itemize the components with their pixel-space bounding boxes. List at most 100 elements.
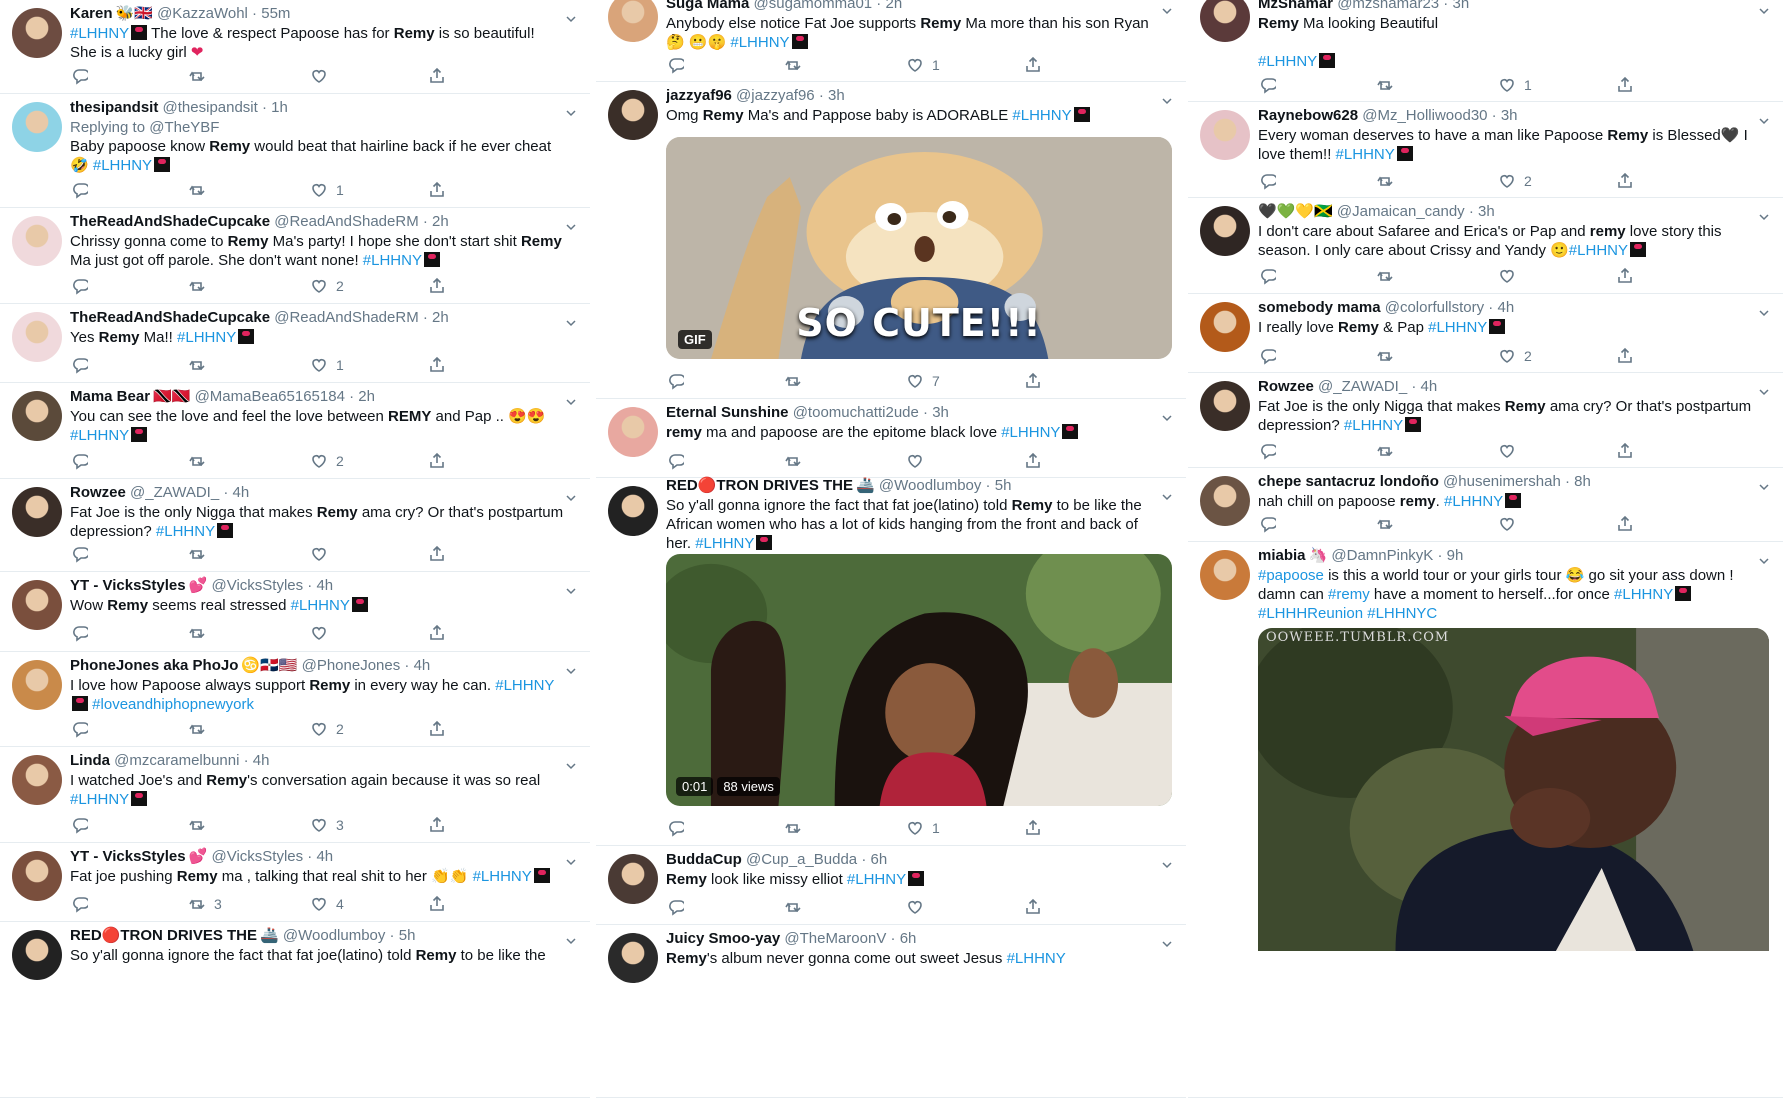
tweet[interactable]: Rowzee @_ZAWADI_ · 4h Fat Joe is the only… xyxy=(0,479,590,572)
user-handle[interactable]: @VicksStyles xyxy=(211,848,303,865)
like-button[interactable]: 2 xyxy=(310,452,344,470)
timestamp[interactable]: 4h xyxy=(316,848,333,865)
retweet-button[interactable] xyxy=(1376,347,1402,365)
user-handle[interactable]: @colorfullstory xyxy=(1385,299,1484,316)
reply-button[interactable] xyxy=(70,452,96,470)
tweet[interactable]: somebody mama @colorfullstory · 4h I real… xyxy=(1188,294,1783,373)
chevron-down-icon[interactable] xyxy=(566,936,576,946)
chevron-down-icon[interactable] xyxy=(1759,482,1769,492)
retweet-button[interactable] xyxy=(188,816,214,834)
retweet-button[interactable] xyxy=(1376,515,1402,533)
timestamp[interactable]: 4h xyxy=(1497,299,1514,316)
reply-button[interactable] xyxy=(666,819,692,837)
retweet-button[interactable] xyxy=(784,372,810,390)
chevron-down-icon[interactable] xyxy=(1162,492,1172,502)
retweet-button[interactable] xyxy=(188,356,214,374)
timestamp[interactable]: 4h xyxy=(1421,378,1438,395)
user-name[interactable]: jazzyaf96 xyxy=(666,87,732,104)
retweet-button[interactable] xyxy=(188,452,214,470)
hashtag-link[interactable]: #LHHNY xyxy=(695,535,754,552)
user-name[interactable]: TheReadAndShadeCupcake xyxy=(70,309,270,326)
share-button[interactable] xyxy=(1616,267,1634,285)
user-handle[interactable]: @VicksStyles xyxy=(211,577,303,594)
hashtag-link[interactable]: #LHHNY xyxy=(1569,242,1628,259)
timestamp[interactable]: 4h xyxy=(253,752,270,769)
timestamp[interactable]: 5h xyxy=(399,927,416,944)
retweet-button[interactable] xyxy=(784,56,810,74)
avatar[interactable] xyxy=(12,391,62,441)
retweet-button[interactable] xyxy=(1376,442,1402,460)
retweet-button[interactable] xyxy=(188,181,214,199)
chevron-down-icon[interactable] xyxy=(1162,939,1172,949)
avatar[interactable] xyxy=(12,660,62,710)
hashtag-link[interactable]: #LHHNY xyxy=(1344,417,1403,434)
like-button[interactable]: 1 xyxy=(310,181,344,199)
reply-button[interactable] xyxy=(1258,76,1284,94)
retweet-button[interactable] xyxy=(188,545,214,563)
tweet[interactable]: Suga Mama @sugamomma01 · 2h Anybody else … xyxy=(596,0,1186,82)
timestamp[interactable]: 3h xyxy=(1478,203,1495,220)
share-button[interactable] xyxy=(1024,372,1042,390)
hashtag-link[interactable]: #LHHNY xyxy=(1444,493,1503,510)
user-name[interactable]: 🖤💚💛🇯🇲 xyxy=(1258,203,1333,220)
chevron-down-icon[interactable] xyxy=(1162,6,1172,16)
chevron-down-icon[interactable] xyxy=(1759,556,1769,566)
hashtag-link[interactable]: #remy xyxy=(1328,586,1370,603)
timestamp[interactable]: 2h xyxy=(358,388,375,405)
share-button[interactable] xyxy=(428,277,446,295)
share-button[interactable] xyxy=(1024,452,1042,470)
timestamp[interactable]: 2h xyxy=(432,213,449,230)
chevron-down-icon[interactable] xyxy=(566,857,576,867)
share-button[interactable] xyxy=(1616,172,1634,190)
reply-button[interactable] xyxy=(70,624,96,642)
chevron-down-icon[interactable] xyxy=(1162,860,1172,870)
avatar[interactable] xyxy=(12,930,62,980)
chevron-down-icon[interactable] xyxy=(566,14,576,24)
hashtag-link[interactable]: #LHHNY xyxy=(473,868,532,885)
tweet[interactable]: 🖤💚💛🇯🇲 @Jamaican_candy · 3h I don't care a… xyxy=(1188,198,1783,294)
user-handle[interactable]: @jazzyaf96 xyxy=(736,87,815,104)
timestamp[interactable]: 1h xyxy=(271,99,288,116)
timestamp[interactable]: 5h xyxy=(995,477,1012,494)
hashtag-link[interactable]: #LHHNY xyxy=(363,252,422,269)
avatar[interactable] xyxy=(12,755,62,805)
tweet[interactable]: Linda @mzcaramelbunni · 4h I watched Joe'… xyxy=(0,747,590,843)
user-handle[interactable]: @husenimershah xyxy=(1443,473,1561,490)
user-handle[interactable]: @thesipandsit xyxy=(163,99,258,116)
user-handle[interactable]: @KazzaWohl xyxy=(157,5,248,22)
tweet-video[interactable]: 0:01 88 views xyxy=(666,554,1172,806)
tweet[interactable]: Karen 🐝🇬🇧 @KazzaWohl · 55m #LHHNY The love… xyxy=(0,0,590,94)
tweet[interactable]: TheReadAndShadeCupcake @ReadAndShadeRM ·… xyxy=(0,208,590,304)
avatar[interactable] xyxy=(608,0,658,42)
user-handle[interactable]: @ReadAndShadeRM xyxy=(274,213,418,230)
like-button[interactable]: 4 xyxy=(310,895,344,913)
retweet-button[interactable] xyxy=(188,720,214,738)
user-handle[interactable]: @DamnPinkyK xyxy=(1331,547,1433,564)
user-handle[interactable]: @Jamaican_candy xyxy=(1337,203,1465,220)
timestamp[interactable]: 2h xyxy=(432,309,449,326)
like-button[interactable]: 3 xyxy=(310,816,344,834)
chevron-down-icon[interactable] xyxy=(566,586,576,596)
timestamp[interactable]: 55m xyxy=(261,5,290,22)
retweet-button[interactable] xyxy=(784,898,810,916)
timestamp[interactable]: 4h xyxy=(316,577,333,594)
avatar[interactable] xyxy=(12,8,62,58)
reply-button[interactable] xyxy=(70,720,96,738)
share-button[interactable] xyxy=(428,816,446,834)
like-button[interactable]: 1 xyxy=(310,356,344,374)
avatar[interactable] xyxy=(608,90,658,140)
reply-button[interactable] xyxy=(1258,172,1284,190)
chevron-down-icon[interactable] xyxy=(566,761,576,771)
retweet-button[interactable] xyxy=(1376,267,1402,285)
like-button[interactable]: 7 xyxy=(906,372,940,390)
user-handle[interactable]: @Woodlumboy xyxy=(283,927,386,944)
tweet[interactable]: Juicy Smoo-yay @TheMaroonV · 6h Remy's al… xyxy=(596,925,1186,1098)
hashtag-link[interactable]: #LHHNY xyxy=(1336,146,1395,163)
timestamp[interactable]: 4h xyxy=(233,484,250,501)
hashtag-link[interactable]: #LHHNY xyxy=(1428,319,1487,336)
hashtag-link[interactable]: #LHHNY xyxy=(495,677,554,694)
user-name[interactable]: BuddaCup xyxy=(666,851,742,868)
avatar[interactable] xyxy=(1200,110,1250,160)
user-name[interactable]: MzShamar xyxy=(1258,0,1333,12)
like-button[interactable]: 1 xyxy=(1498,76,1532,94)
